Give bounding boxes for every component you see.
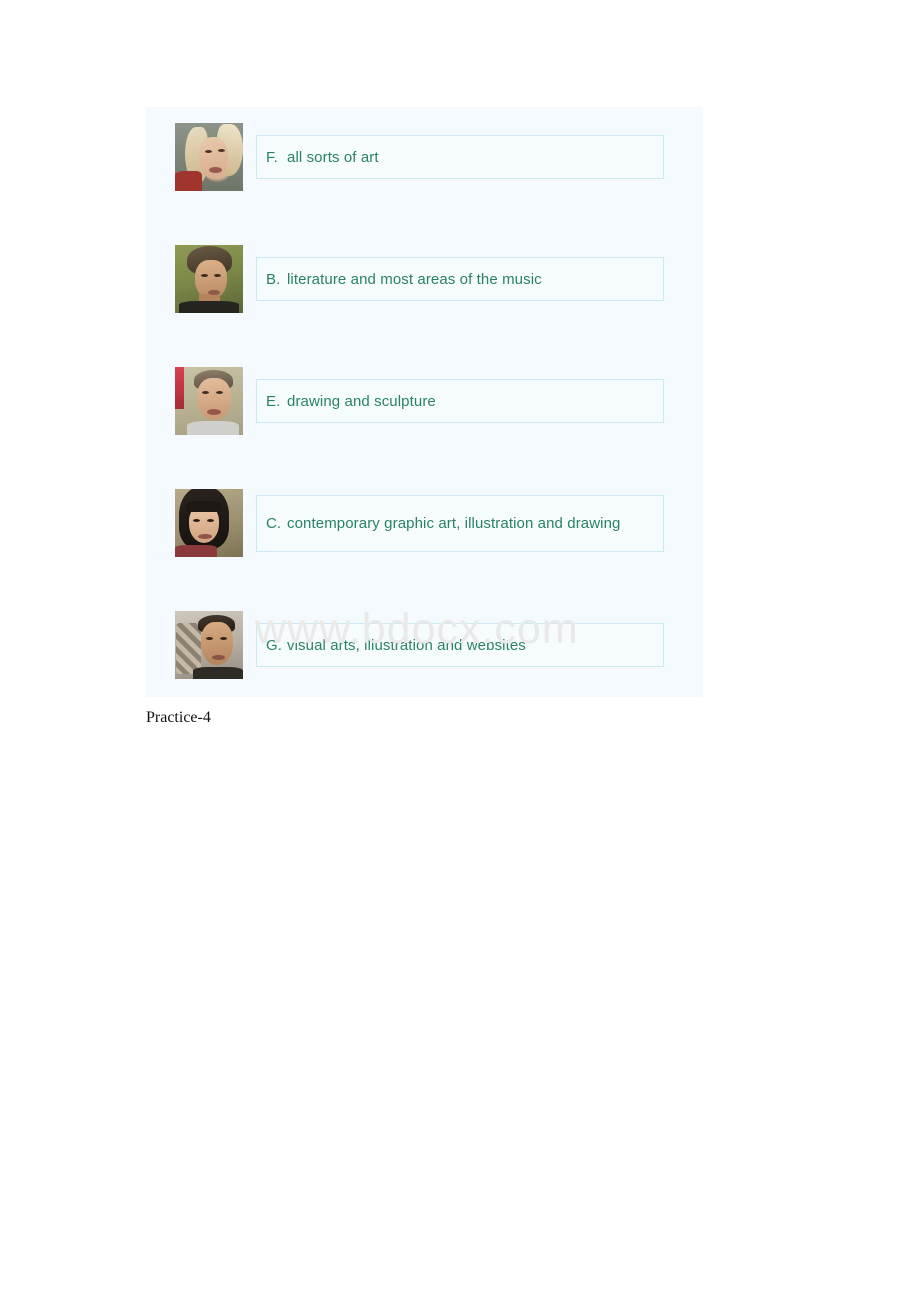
option-text-e: E. drawing and sculpture: [266, 391, 655, 412]
option-letter-f: F.: [266, 148, 278, 166]
option-text-c: C. contemporary graphic art, illustratio…: [266, 513, 655, 534]
option-text-f: F. all sorts of art: [266, 147, 655, 168]
match-row[interactable]: B. literature and most areas of the musi…: [175, 245, 692, 313]
practice-caption: Practice-4: [146, 709, 211, 726]
option-box-e[interactable]: E. drawing and sculpture: [256, 379, 664, 423]
middle-aged-man-photo: [175, 367, 243, 435]
young-man-curly-hair-photo: [175, 245, 243, 313]
document-page: F. all sorts of art B. literature and mo…: [0, 0, 920, 1302]
short-haired-man-photo: [175, 611, 243, 679]
option-letter-c: C.: [266, 514, 282, 532]
match-row[interactable]: F. all sorts of art: [175, 123, 692, 191]
option-box-g[interactable]: G. visual arts, illustration and website…: [256, 623, 664, 667]
match-row[interactable]: E. drawing and sculpture: [175, 367, 692, 435]
option-body-b: literature and most areas of the music: [287, 270, 542, 288]
option-body-g: visual arts, illustration and websites: [287, 636, 526, 654]
option-box-c[interactable]: C. contemporary graphic art, illustratio…: [256, 494, 664, 552]
option-letter-g: G.: [266, 636, 283, 654]
option-letter-b: B.: [266, 270, 281, 288]
matching-exercise-panel: F. all sorts of art B. literature and mo…: [146, 107, 703, 697]
option-body-c: contemporary graphic art, illustration a…: [287, 514, 621, 532]
option-text-b: B. literature and most areas of the musi…: [266, 269, 655, 290]
option-box-b[interactable]: B. literature and most areas of the musi…: [256, 257, 664, 301]
option-letter-e: E.: [266, 392, 281, 410]
option-text-g: G. visual arts, illustration and website…: [266, 635, 655, 656]
option-body-e: drawing and sculpture: [287, 392, 436, 410]
option-body-f: all sorts of art: [287, 148, 379, 166]
option-box-f[interactable]: F. all sorts of art: [256, 135, 664, 179]
match-row[interactable]: C. contemporary graphic art, illustratio…: [175, 489, 692, 557]
match-row[interactable]: G. visual arts, illustration and website…: [175, 611, 692, 679]
blonde-woman-photo: [175, 123, 243, 191]
dark-haired-woman-photo: [175, 489, 243, 557]
